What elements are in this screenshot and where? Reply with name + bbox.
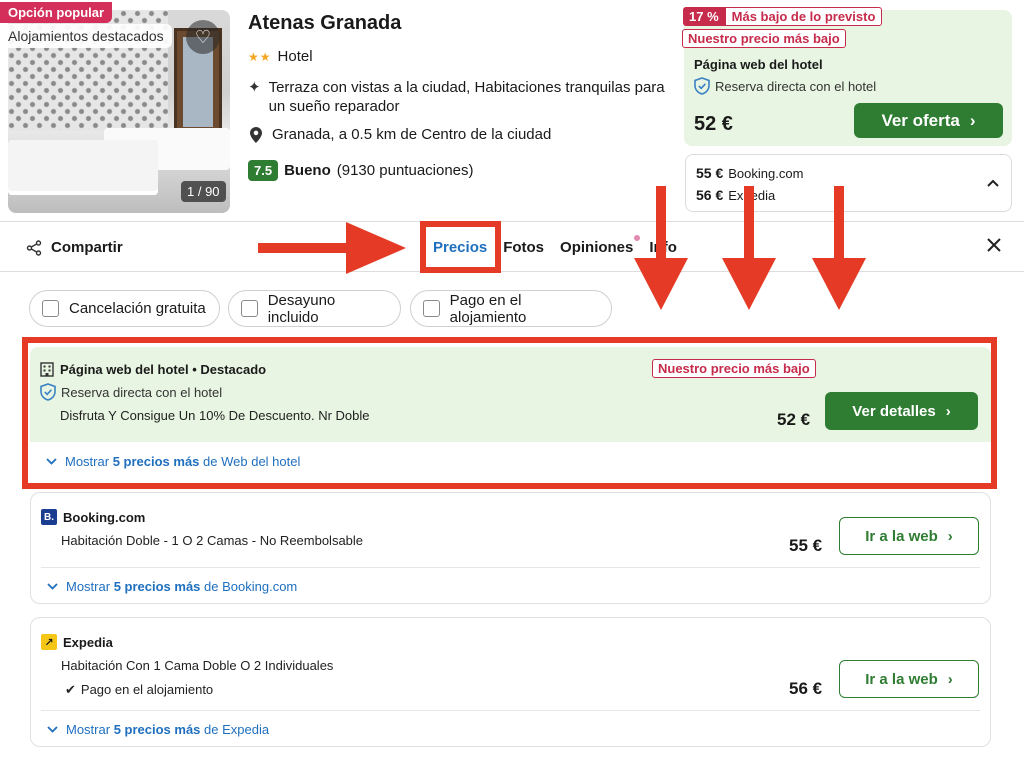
chevron-up-icon[interactable] bbox=[987, 175, 999, 190]
alt-price: 56 € bbox=[696, 187, 724, 203]
annotation-arrow-down-icon bbox=[812, 186, 866, 310]
chevron-right-icon: › bbox=[947, 670, 953, 688]
divider bbox=[41, 710, 980, 711]
annotation-arrow-down-icon bbox=[634, 186, 688, 310]
show-more-prices-link[interactable]: Mostrar 5 precios más de Booking.com bbox=[47, 579, 297, 594]
share-icon bbox=[26, 239, 42, 256]
annotation-highlight-box bbox=[22, 337, 997, 489]
rating-score-badge: 7.5 bbox=[248, 160, 279, 181]
annotation-highlight-box bbox=[420, 221, 501, 273]
more-suffix: de Booking.com bbox=[204, 579, 298, 594]
hotel-rating[interactable]: 7.5 Bueno (9130 puntuaciones) bbox=[248, 160, 474, 181]
chevron-right-icon: › bbox=[969, 110, 976, 130]
rating-count: (9130 puntuaciones) bbox=[336, 162, 474, 179]
go-to-website-button[interactable]: Ir a la web › bbox=[839, 517, 979, 555]
pay-at-property-text: Pago en el alojamiento bbox=[80, 682, 214, 697]
offer-price: 56 € bbox=[789, 679, 823, 698]
rating-label: Bueno bbox=[284, 162, 331, 179]
below-expected-badge: 17 % Más bajo de lo previsto bbox=[683, 7, 883, 26]
photo-counter: 1 / 90 bbox=[181, 181, 226, 202]
direct-booking-text: Reserva directa con el hotel bbox=[715, 78, 877, 94]
hotel-location: Granada, a 0.5 km de Centro de la ciudad bbox=[248, 126, 551, 143]
checkbox[interactable] bbox=[423, 300, 440, 317]
more-prefix: Mostrar bbox=[66, 722, 111, 737]
filter-free-cancellation[interactable]: Cancelación gratuita bbox=[29, 290, 220, 327]
divider bbox=[41, 567, 980, 568]
photo-bed bbox=[8, 140, 158, 195]
alt-price: 55 € bbox=[696, 165, 724, 181]
hotel-category: ★★ Hotel bbox=[248, 48, 313, 65]
location-text: Granada, a 0.5 km de Centro de la ciudad bbox=[272, 126, 552, 143]
discount-text: Más bajo de lo previsto bbox=[724, 7, 883, 26]
location-pin-icon bbox=[248, 126, 264, 143]
provider-name: Expedia bbox=[63, 634, 113, 650]
chevron-down-icon bbox=[47, 726, 58, 733]
checkmark-icon: ✔ bbox=[65, 682, 76, 697]
offer-card-expedia[interactable]: ↗ Expedia Habitación Con 1 Cama Doble O … bbox=[30, 617, 991, 747]
alt-provider: Booking.com bbox=[728, 166, 804, 181]
filter-breakfast-included[interactable]: Desayuno incluido bbox=[228, 290, 401, 327]
feature-text: Terraza con vistas a la ciudad, Habitaci… bbox=[268, 79, 665, 115]
checkbox[interactable] bbox=[42, 300, 59, 317]
offer-price: 55 € bbox=[789, 536, 823, 555]
alt-price-row: 55 € Booking.com bbox=[696, 165, 803, 181]
annotation-arrow-down-icon bbox=[722, 186, 776, 310]
chevron-right-icon: › bbox=[947, 527, 953, 545]
expedia-logo-icon: ↗ bbox=[41, 634, 57, 650]
more-count: 5 precios más bbox=[113, 722, 201, 737]
favorite-heart-icon[interactable]: ♡ bbox=[186, 20, 220, 54]
more-prefix: Mostrar bbox=[66, 579, 111, 594]
filter-pay-at-property[interactable]: Pago en el alojamiento bbox=[410, 290, 612, 327]
star-icons: ★★ bbox=[248, 49, 272, 64]
provider-name: Booking.com bbox=[63, 509, 146, 525]
offer-price: 52 € bbox=[694, 113, 733, 135]
show-more-prices-link[interactable]: Mostrar 5 precios más de Expedia bbox=[47, 722, 269, 737]
more-suffix: de Expedia bbox=[204, 722, 270, 737]
shield-check-icon bbox=[694, 77, 710, 95]
hotel-type: Hotel bbox=[277, 48, 313, 65]
chevron-down-icon bbox=[47, 583, 58, 590]
share-label: Compartir bbox=[51, 239, 123, 256]
offer-card-booking[interactable]: B. Booking.com Habitación Doble - 1 O 2 … bbox=[30, 492, 991, 604]
hotel-feature: ✦ Terraza con vistas a la ciudad, Habita… bbox=[248, 78, 668, 116]
tab-opiniones[interactable]: Opiniones bbox=[560, 239, 633, 256]
more-count: 5 precios más bbox=[113, 579, 201, 594]
direct-booking-note: Reserva directa con el hotel bbox=[694, 77, 876, 95]
filter-label: Pago en el alojamiento bbox=[449, 291, 527, 326]
view-offer-label: Ver oferta bbox=[881, 110, 960, 130]
offer-provider: Página web del hotel bbox=[694, 57, 823, 72]
close-icon[interactable] bbox=[986, 236, 1002, 259]
go-to-website-button[interactable]: Ir a la web › bbox=[839, 660, 979, 698]
annotation-arrow-right-icon bbox=[258, 222, 406, 274]
offer-provider: ↗ Expedia bbox=[41, 634, 113, 650]
hotel-name[interactable]: Atenas Granada bbox=[248, 12, 401, 35]
go-to-website-label: Ir a la web bbox=[865, 670, 938, 688]
featured-badge: Alojamientos destacados bbox=[0, 24, 172, 48]
filter-label: Desayuno incluido bbox=[267, 291, 336, 326]
popular-badge: Opción popular bbox=[0, 2, 113, 23]
room-description: Habitación Con 1 Cama Doble O 2 Individu… bbox=[61, 658, 334, 673]
view-offer-button[interactable]: Ver oferta › bbox=[854, 103, 1003, 138]
sparkle-icon: ✦ bbox=[248, 79, 261, 96]
offer-provider: B. Booking.com bbox=[41, 509, 145, 525]
divider bbox=[0, 271, 1024, 272]
checkbox[interactable] bbox=[241, 300, 258, 317]
room-description: Habitación Doble - 1 O 2 Camas - No Reem… bbox=[61, 533, 364, 548]
pay-at-property-note: ✔ Pago en el alojamiento bbox=[65, 682, 213, 698]
tab-fotos[interactable]: Fotos bbox=[503, 239, 544, 256]
go-to-website-label: Ir a la web bbox=[865, 527, 938, 545]
share-button[interactable]: Compartir bbox=[26, 239, 123, 256]
best-offer-box[interactable]: 17 % Más bajo de lo previsto Nuestro pre… bbox=[682, 7, 1012, 146]
discount-percent: 17 % bbox=[683, 7, 725, 26]
filter-label: Cancelación gratuita bbox=[69, 300, 206, 317]
lowest-price-badge: Nuestro precio más bajo bbox=[682, 29, 846, 48]
booking-logo-icon: B. bbox=[41, 509, 57, 525]
divider bbox=[0, 221, 1024, 222]
